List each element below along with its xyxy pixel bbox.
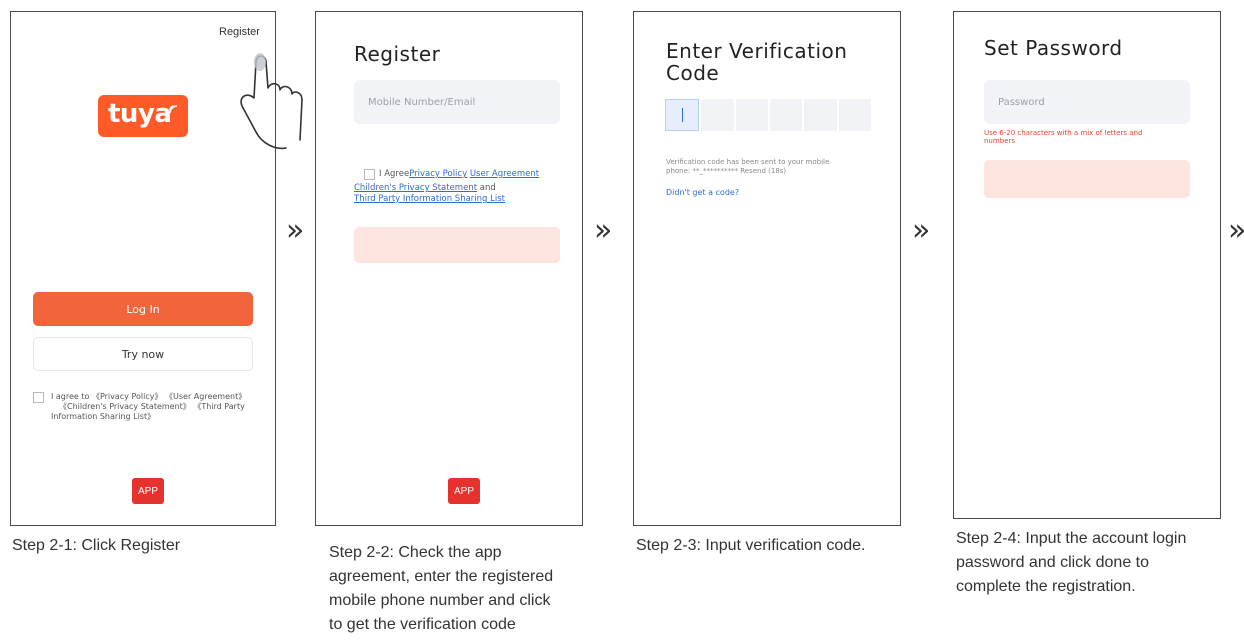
wifi-signal-icon <box>169 105 178 114</box>
caption-step-2-1: Step 2-1: Click Register <box>12 537 181 554</box>
app-badge: APP <box>132 478 164 504</box>
agreement-text: I AgreePrivacy Policy User Agreement Chi… <box>354 169 540 204</box>
code-sent-text: Verification code has been sent to your … <box>666 158 830 175</box>
get-code-button[interactable] <box>354 227 560 263</box>
screen-register: Register Mobile Number/Email I AgreePriv… <box>315 11 583 526</box>
screen-verification: Enter Verification Code Verification cod… <box>633 11 901 526</box>
third-party-link[interactable]: Third Party Information Sharing List <box>354 194 505 204</box>
didnt-get-code-link[interactable]: Didn't get a code? <box>666 188 739 197</box>
screen-login: Register tuya Log In Try now I agree to … <box>10 11 303 526</box>
caption-step-2-2: Step 2-2: Check the app agreement, enter… <box>329 544 554 633</box>
agree-checkbox[interactable] <box>33 392 44 403</box>
privacy-policy-link[interactable]: Privacy Policy <box>409 169 467 179</box>
code-digit-box[interactable] <box>804 99 837 131</box>
pointing-hand-icon <box>240 53 303 150</box>
try-now-label: Try now <box>121 347 165 361</box>
login-button-label: Log In <box>126 302 160 316</box>
code-digit-box[interactable] <box>769 99 803 131</box>
code-digit-box[interactable] <box>665 99 700 131</box>
register-link[interactable]: Register <box>219 26 260 38</box>
password-input[interactable]: Password <box>984 80 1190 124</box>
text-cursor <box>681 108 683 122</box>
code-digit-box[interactable] <box>735 99 768 131</box>
code-input-row[interactable] <box>665 99 871 131</box>
double-chevron-right-icon: » <box>594 213 613 248</box>
user-agreement-link[interactable]: User Agreement <box>470 169 539 179</box>
code-digit-box[interactable] <box>838 99 871 131</box>
agreement-text: I agree to 《Privacy Policy》 《User Agreem… <box>51 392 247 421</box>
try-now-button[interactable]: Try now <box>33 337 253 371</box>
done-button[interactable] <box>984 160 1190 198</box>
caption-step-2-4: Step 2-4: Input the account login passwo… <box>956 530 1187 595</box>
page-title: Set Password <box>984 36 1123 60</box>
mobile-email-input[interactable]: Mobile Number/Email <box>354 80 560 124</box>
code-digit-box[interactable] <box>701 99 734 131</box>
password-hint: Use 6-20 characters with a mix of letter… <box>984 129 1143 145</box>
page-title: Enter Verification Code <box>666 39 848 85</box>
page-title: Register <box>354 42 441 66</box>
tuya-logo: tuya <box>98 95 188 137</box>
app-badge: APP <box>448 478 480 504</box>
screen-set-password: Set Password Password Use 6-20 character… <box>953 11 1221 519</box>
double-chevron-right-icon: » <box>912 213 931 248</box>
caption-step-2-3: Step 2-3: Input verification code. <box>636 537 866 554</box>
login-button[interactable]: Log In <box>33 292 253 326</box>
double-chevron-right-icon: » <box>1228 216 1244 246</box>
childrens-privacy-link[interactable]: Children's Privacy Statement <box>354 183 477 193</box>
double-chevron-right-icon: » <box>286 213 305 248</box>
